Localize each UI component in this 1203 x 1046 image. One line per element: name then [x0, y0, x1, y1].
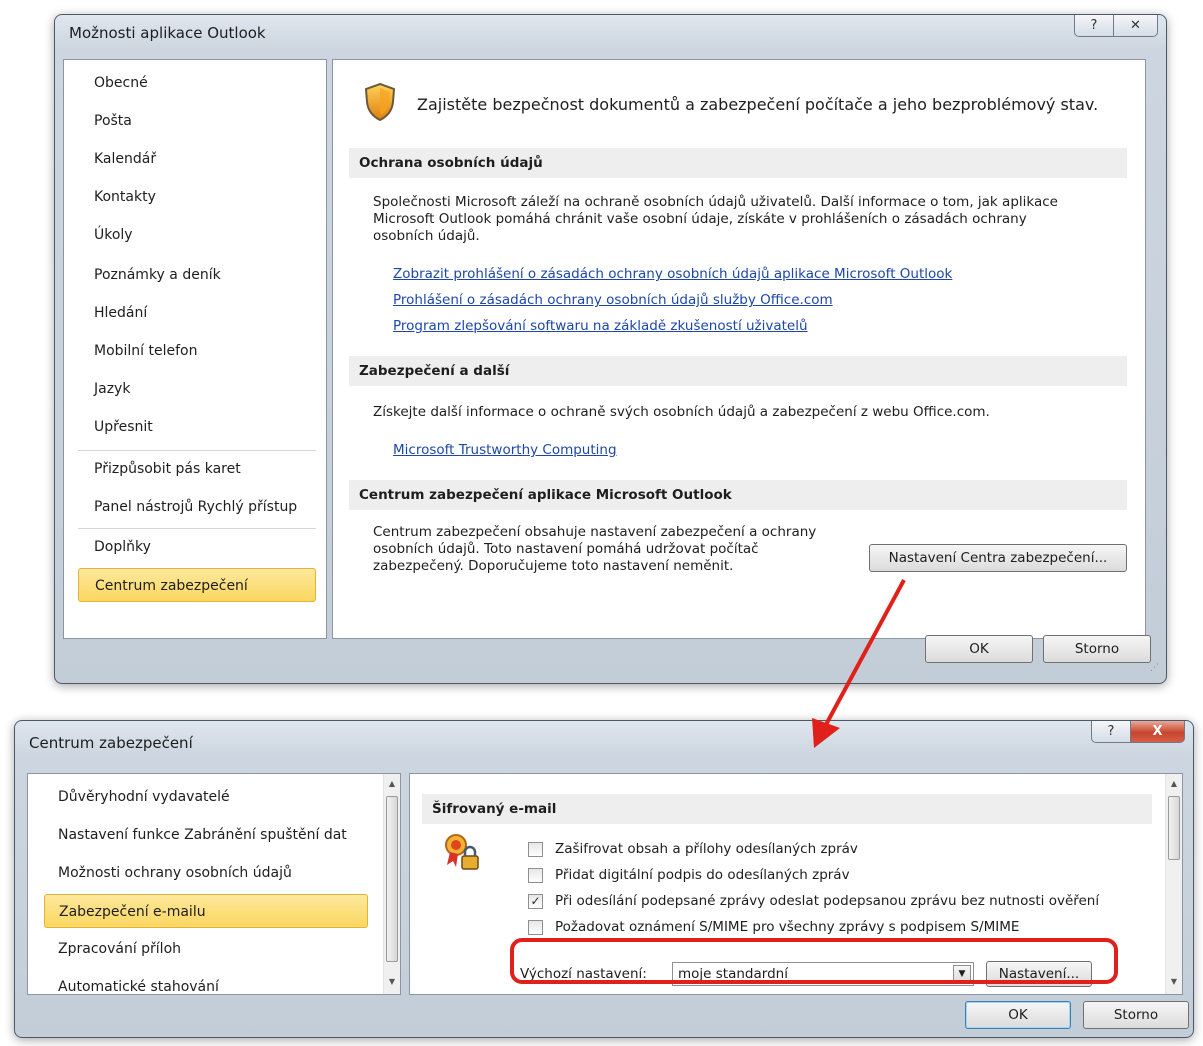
- default-setting-label: Výchozí nastavení:: [520, 966, 647, 982]
- cancel-button[interactable]: Storno: [1083, 1001, 1189, 1029]
- checkbox-label: Zašifrovat obsah a přílohy odesílaných z…: [555, 841, 858, 857]
- nav-item[interactable]: Doplňky: [78, 530, 316, 564]
- close-button[interactable]: ✕: [1114, 15, 1158, 37]
- title-buttons: ? ✕: [1074, 15, 1158, 37]
- nav-item[interactable]: Poznámky a deník: [78, 258, 316, 292]
- default-setting-select[interactable]: moje standardní ▼: [672, 962, 974, 986]
- checkbox-label: Požadovat oznámení S/MIME pro všechny zp…: [555, 919, 1020, 935]
- scroll-thumb[interactable]: [386, 796, 398, 962]
- trust-center-text: Centrum zabezpečení obsahuje nastavení z…: [373, 524, 853, 575]
- scroll-down-icon[interactable]: ▼: [1166, 974, 1182, 990]
- nav-item[interactable]: Nastavení funkce Zabránění spuštění dat: [44, 818, 368, 852]
- nav-item[interactable]: Jazyk: [78, 372, 316, 406]
- privacy-link-ceip[interactable]: Program zlepšování softwaru na základě z…: [393, 318, 808, 334]
- nav-item[interactable]: Úkoly: [78, 218, 316, 252]
- security-heading: Zabezpečení a další: [349, 356, 1127, 386]
- security-text: Získejte další informace o ochraně svých…: [373, 404, 990, 420]
- scroll-up-icon[interactable]: ▲: [1166, 776, 1182, 792]
- nav-separator: [78, 450, 316, 451]
- nav-item[interactable]: Pošta: [78, 104, 316, 138]
- nav-item[interactable]: Zabezpečení e-mailu: [44, 894, 368, 928]
- nav-item[interactable]: Kalendář: [78, 142, 316, 176]
- certificate-lock-icon: [442, 832, 482, 874]
- nav-separator: [78, 528, 316, 529]
- privacy-link-outlook[interactable]: Zobrazit prohlášení o zásadách ochrany o…: [393, 266, 952, 282]
- trust-center-settings-button[interactable]: Nastavení Centra zabezpečení...: [869, 544, 1127, 572]
- close-icon: X: [1152, 724, 1163, 739]
- settings-button[interactable]: Nastavení...: [986, 961, 1092, 987]
- trust-center-text-line: zabezpečený. Doporučujeme toto nastavení…: [373, 558, 734, 574]
- privacy-text: Společnosti Microsoft záleží na ochraně …: [373, 194, 1133, 245]
- trust-content: Šifrovaný e-mail Zašifrovat obsah a příl…: [409, 773, 1183, 995]
- trust-center-dialog: Centrum zabezpečení ? X Důvěryhodní vyda…: [14, 720, 1194, 1038]
- nav-item[interactable]: Centrum zabezpečení: [78, 568, 316, 602]
- nav-item[interactable]: Možnosti ochrany osobních údajů: [44, 856, 368, 890]
- checkbox-label: Při odesílání podepsané zprávy odeslat p…: [555, 893, 1100, 909]
- header-text: Zajistěte bezpečnost dokumentů a zabezpe…: [417, 95, 1099, 114]
- chevron-down-icon[interactable]: ▼: [953, 965, 971, 983]
- outlook-options-dialog: Možnosti aplikace Outlook ? ✕ Obecné Pošt…: [54, 14, 1167, 684]
- checkbox-row[interactable]: Zašifrovat obsah a přílohy odesílaných z…: [528, 838, 858, 860]
- trustworthy-computing-link[interactable]: Microsoft Trustworthy Computing: [393, 442, 617, 458]
- trust-nav: Důvěryhodní vydavatelé Nastavení funkce Z…: [27, 773, 401, 995]
- options-nav: Obecné Pošta Kalendář Kontakty Úkoly Poznámky…: [63, 59, 327, 639]
- content-scrollbar[interactable]: ▲ ▼: [1165, 774, 1182, 994]
- shield-icon: [363, 82, 397, 122]
- nav-item[interactable]: Obecné: [78, 66, 316, 100]
- nav-item[interactable]: Hledání: [78, 296, 316, 330]
- help-icon: ?: [1107, 724, 1115, 739]
- close-button[interactable]: X: [1131, 721, 1185, 743]
- privacy-heading: Ochrana osobních údajů: [349, 148, 1127, 178]
- nav-item[interactable]: Zpracování příloh: [44, 932, 368, 966]
- checkbox-checked[interactable]: ✓: [528, 893, 543, 909]
- trust-center-heading: Centrum zabezpečení aplikace Microsoft O…: [349, 480, 1127, 510]
- scroll-up-icon[interactable]: ▲: [384, 776, 400, 792]
- options-content: Zajistěte bezpečnost dokumentů a zabezpe…: [332, 59, 1146, 639]
- trust-center-text-line: osobních údajů. Toto nastavení pomáhá ud…: [373, 541, 759, 557]
- privacy-link-office[interactable]: Prohlášení o zásadách ochrany osobních ú…: [393, 292, 833, 308]
- ok-button[interactable]: OK: [965, 1001, 1071, 1029]
- privacy-text-line: Společnosti Microsoft záleží na ochraně …: [373, 194, 1058, 210]
- checkbox[interactable]: [528, 841, 543, 857]
- nav-item[interactable]: Důvěryhodní vydavatelé: [44, 780, 368, 814]
- dialog-title: Možnosti aplikace Outlook: [69, 24, 266, 42]
- privacy-text-line: osobních údajů.: [373, 228, 480, 244]
- dialog-title: Centrum zabezpečení: [29, 734, 193, 752]
- nav-item[interactable]: Upřesnit: [78, 410, 316, 444]
- nav-item[interactable]: Přizpůsobit pás karet: [78, 452, 316, 486]
- nav-item[interactable]: Panel nástrojů Rychlý přístup: [78, 490, 316, 524]
- checkbox-row[interactable]: ✓ Při odesílání podepsané zprávy odeslat …: [528, 890, 1099, 912]
- checkbox-row[interactable]: Přidat digitální podpis do odesílaných z…: [528, 864, 850, 886]
- checkbox-row[interactable]: Požadovat oznámení S/MIME pro všechny zp…: [528, 916, 1019, 938]
- scroll-down-icon[interactable]: ▼: [384, 974, 400, 990]
- nav-item[interactable]: Mobilní telefon: [78, 334, 316, 368]
- privacy-text-line: Microsoft Outlook pomáhá chránit vaše os…: [373, 211, 1027, 227]
- scroll-thumb[interactable]: [1168, 796, 1180, 860]
- checkbox[interactable]: [528, 919, 543, 935]
- close-icon: ✕: [1130, 18, 1141, 33]
- nav-item[interactable]: Kontakty: [78, 180, 316, 214]
- default-setting-row: Výchozí nastavení: moje standardní ▼ Nas…: [520, 960, 1110, 990]
- trust-center-text-line: Centrum zabezpečení obsahuje nastavení z…: [373, 524, 817, 540]
- checkbox[interactable]: [528, 867, 543, 883]
- ok-button[interactable]: OK: [925, 635, 1033, 663]
- encrypted-email-heading: Šifrovaný e-mail: [422, 794, 1152, 824]
- cancel-button[interactable]: Storno: [1043, 635, 1151, 663]
- checkbox-label: Přidat digitální podpis do odesílaných z…: [555, 867, 850, 883]
- help-button[interactable]: ?: [1091, 721, 1131, 743]
- help-button[interactable]: ?: [1074, 15, 1114, 37]
- default-setting-value: moje standardní: [678, 966, 788, 982]
- help-icon: ?: [1090, 18, 1098, 33]
- nav-scrollbar[interactable]: ▲ ▼: [383, 774, 400, 994]
- title-buttons: ? X: [1091, 721, 1185, 743]
- resize-grip[interactable]: ⋰: [1150, 664, 1162, 677]
- nav-item[interactable]: Automatické stahování: [44, 970, 368, 994]
